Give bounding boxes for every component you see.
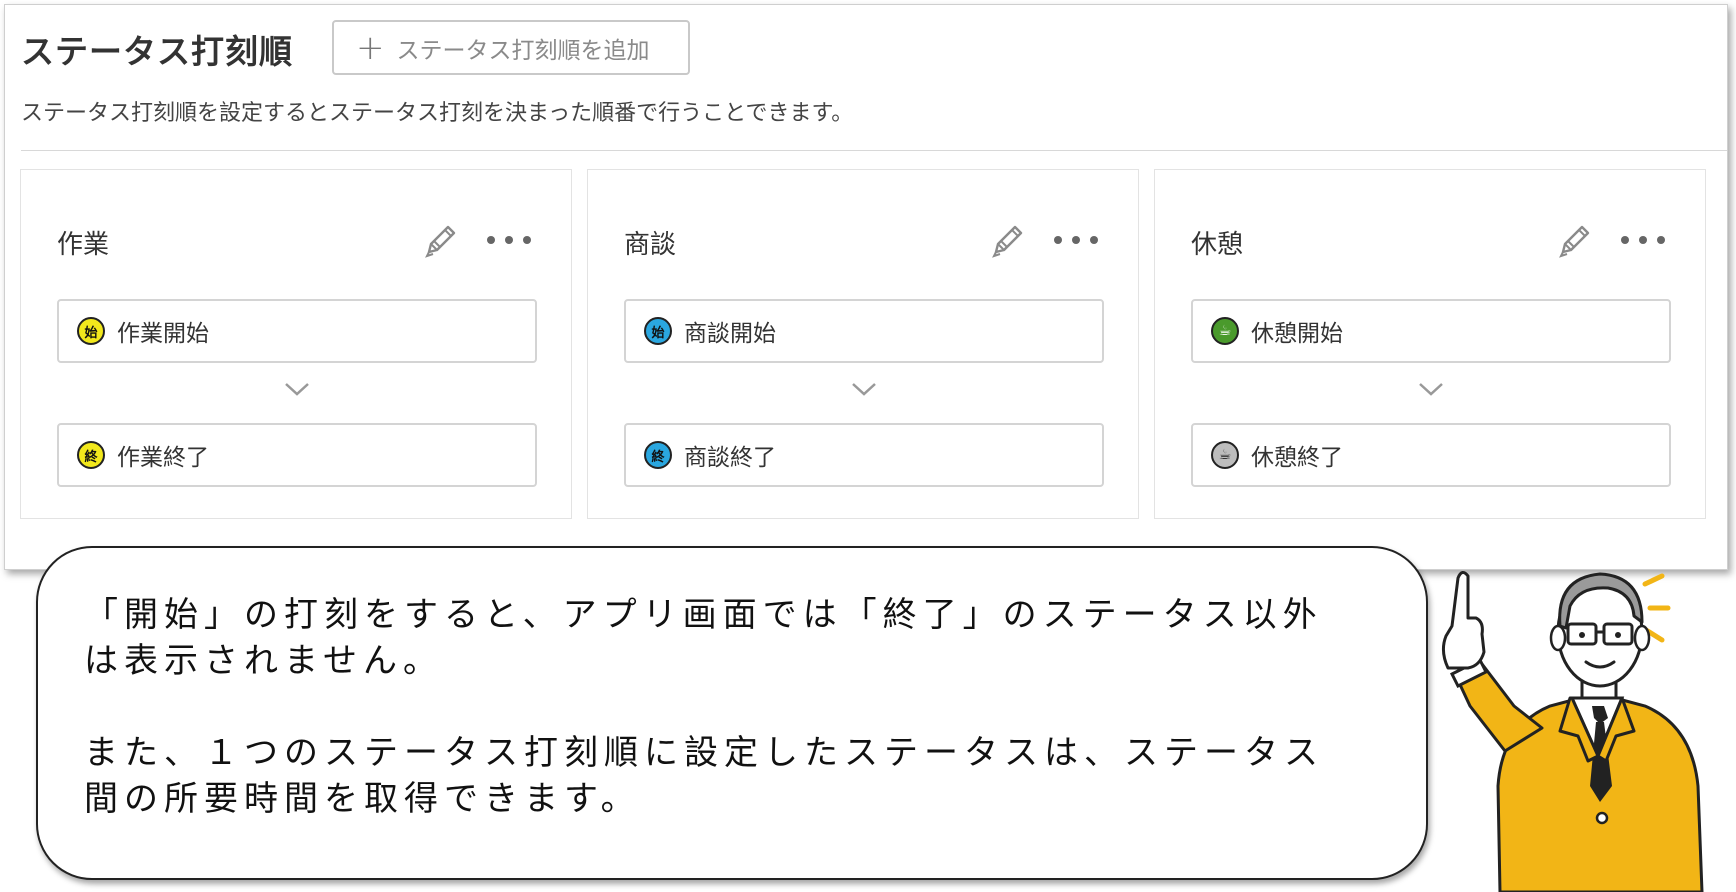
card-title: 商談 [624,230,677,260]
more-horizontal-icon[interactable] [1621,225,1665,255]
status-end-icon: 終 [77,441,105,469]
status-order-card: 休憩 ☕ 休憩開始 ☕ 休憩終了 [1154,169,1706,519]
card-title: 作業 [57,230,110,260]
status-start-item[interactable]: 始 商談開始 [624,299,1104,363]
bubble-line: 「開始」の打刻をすると、アプリ画面では「終了」のステータス以外 [84,595,1323,635]
status-label: 商談終了 [684,445,776,471]
card-title: 休憩 [1191,230,1244,260]
status-start-icon: 始 [77,317,105,345]
bubble-text: 「開始」の打刻をすると、アプリ画面では「終了」のステータス以外 は表示されません… [84,592,1394,822]
status-label: 商談開始 [684,321,776,347]
more-horizontal-icon[interactable] [487,225,531,255]
speech-bubble: 「開始」の打刻をすると、アプリ画面では「終了」のステータス以外 は表示されません… [36,546,1428,880]
status-label: 休憩終了 [1251,445,1343,471]
status-order-card: 商談 始 商談開始 終 商談終了 [587,169,1139,519]
status-end-item[interactable]: 終 作業終了 [57,423,537,487]
chevron-down-icon [852,383,876,396]
status-end-item[interactable]: 終 商談終了 [624,423,1104,487]
pencil-icon[interactable] [988,220,1028,260]
panel-description: ステータス打刻順を設定するとステータス打刻を決まった順番で行うことできます。 [21,101,854,126]
status-start-item[interactable]: ☕ 休憩開始 [1191,299,1671,363]
chevron-down-icon [1419,383,1443,396]
status-order-card: 作業 始 作業開始 終 作業終了 [20,169,572,519]
bubble-line: は表示されません。 [84,641,443,681]
more-horizontal-icon[interactable] [1054,225,1098,255]
status-order-panel: ステータス打刻順 + ステータス打刻順を追加 ステータス打刻順を設定するとステー… [4,4,1728,570]
chevron-down-icon [285,383,309,396]
bubble-line: 間の所要時間を取得できます。 [84,779,641,819]
status-end-item[interactable]: ☕ 休憩終了 [1191,423,1671,487]
status-start-icon: 始 [644,317,672,345]
page-title: ステータス打刻順 [21,32,293,71]
status-label: 作業終了 [117,445,209,471]
bubble-line: また、１つのステータス打刻順に設定したステータスは、ステータス [84,733,1324,773]
coffee-icon: ☕ [1211,317,1239,345]
add-button-label: ステータス打刻順を追加 [396,37,650,64]
add-status-order-button[interactable]: + ステータス打刻順を追加 [332,20,690,75]
pencil-icon[interactable] [1555,220,1595,260]
plus-icon: + [356,27,385,68]
status-end-icon: 終 [644,441,672,469]
coffee-icon: ☕ [1211,441,1239,469]
pencil-icon[interactable] [421,220,461,260]
status-start-item[interactable]: 始 作業開始 [57,299,537,363]
status-label: 休憩開始 [1251,321,1343,347]
presenter-character-illustration [1441,571,1704,892]
status-label: 作業開始 [117,321,209,347]
divider [21,150,1727,151]
